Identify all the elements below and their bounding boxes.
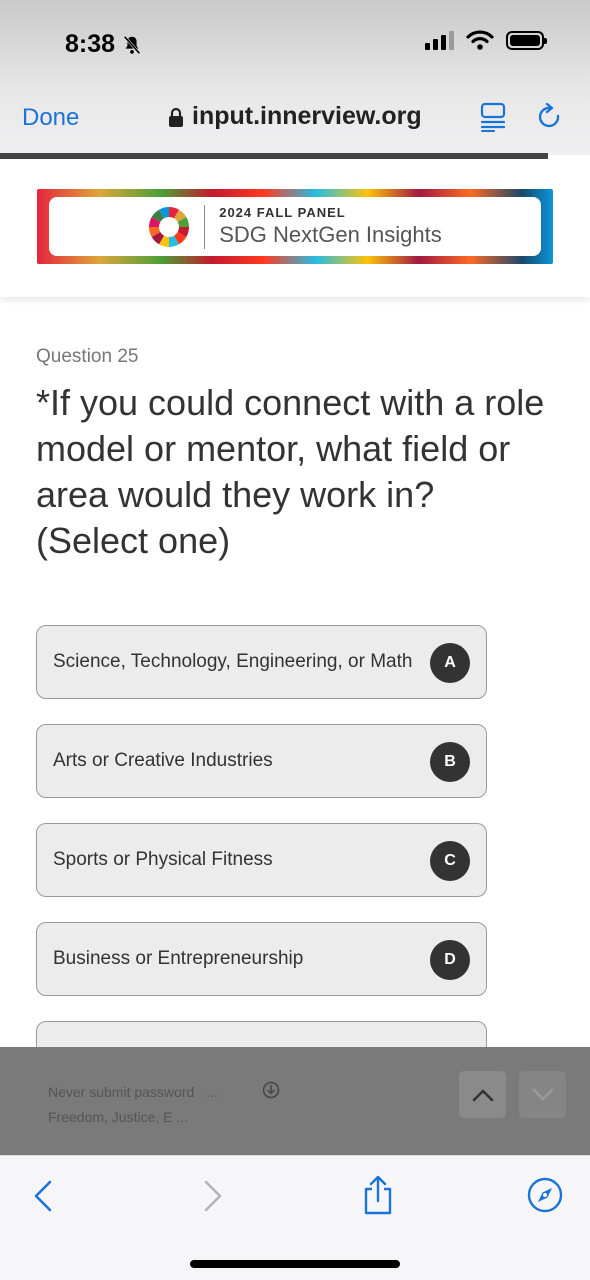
question-number: Question 25 bbox=[36, 346, 139, 367]
option-key-badge: C bbox=[430, 841, 470, 881]
sdg-wheel-logo bbox=[149, 206, 190, 247]
bell-slash-icon bbox=[123, 35, 141, 54]
lock-icon bbox=[169, 107, 183, 127]
banner-line1: 2024 FALL PANEL bbox=[219, 205, 346, 220]
time-text: 8:38 bbox=[65, 30, 116, 58]
done-button[interactable]: Done bbox=[22, 104, 79, 132]
wifi-icon bbox=[466, 30, 494, 50]
option-d[interactable]: Business or Entrepreneurship D bbox=[36, 922, 487, 996]
option-label: Arts or Creative Industries bbox=[53, 750, 273, 771]
status-icons bbox=[425, 30, 547, 50]
back-icon[interactable] bbox=[30, 1179, 56, 1213]
reader-mode-icon[interactable] bbox=[480, 102, 506, 132]
chevron-down-icon bbox=[532, 1088, 553, 1100]
forward-icon[interactable] bbox=[200, 1179, 226, 1213]
option-label: Science, Technology, Engineering, or Mat… bbox=[53, 651, 413, 672]
autofill-line2: Freedom, Justice, E ... bbox=[48, 1109, 189, 1125]
bottom-toolbar bbox=[0, 1155, 590, 1280]
home-indicator bbox=[190, 1260, 400, 1268]
url-bar[interactable]: input.innerview.org bbox=[168, 102, 422, 131]
option-label: Sports or Physical Fitness bbox=[53, 849, 273, 870]
download-circle-icon[interactable] bbox=[262, 1081, 280, 1099]
option-c[interactable]: Sports or Physical Fitness C bbox=[36, 823, 487, 897]
form-accessory-bar: Never submit password ... Freedom, Justi… bbox=[0, 1047, 590, 1155]
survey-banner: 2024 FALL PANEL SDG NextGen Insights bbox=[37, 189, 553, 264]
banner-area: 2024 FALL PANEL SDG NextGen Insights bbox=[0, 159, 590, 297]
cellular-signal-icon bbox=[425, 30, 454, 50]
share-icon[interactable] bbox=[362, 1175, 394, 1215]
option-a[interactable]: Science, Technology, Engineering, or Mat… bbox=[36, 625, 487, 699]
option-label: Business or Entrepreneurship bbox=[53, 948, 304, 969]
option-key-badge: B bbox=[430, 742, 470, 782]
browser-header: 8:38 Done input.innerview.org bbox=[0, 0, 590, 159]
reload-icon[interactable] bbox=[537, 103, 563, 131]
autofill-ellipsis: ... bbox=[206, 1084, 218, 1100]
banner-divider bbox=[204, 204, 206, 249]
next-field-button[interactable] bbox=[519, 1071, 566, 1118]
banner-inner: 2024 FALL PANEL SDG NextGen Insights bbox=[49, 197, 541, 256]
banner-text: 2024 FALL PANEL SDG NextGen Insights bbox=[219, 205, 442, 248]
battery-icon bbox=[506, 30, 547, 50]
autofill-suggestions[interactable]: Never submit password ... Freedom, Justi… bbox=[48, 1080, 218, 1130]
url-text: input.innerview.org bbox=[192, 102, 422, 130]
previous-field-button[interactable] bbox=[459, 1071, 506, 1118]
chevron-up-icon bbox=[472, 1089, 493, 1101]
status-time: 8:38 bbox=[65, 30, 143, 59]
option-b[interactable]: Arts or Creative Industries B bbox=[36, 724, 487, 798]
autofill-line1: Never submit password bbox=[48, 1084, 195, 1100]
banner-line2: SDG NextGen Insights bbox=[219, 222, 442, 247]
option-key-badge: A bbox=[430, 643, 470, 683]
option-key-badge: D bbox=[430, 940, 470, 980]
question-text: *If you could connect with a role model … bbox=[36, 382, 545, 561]
compass-icon[interactable] bbox=[527, 1177, 563, 1213]
